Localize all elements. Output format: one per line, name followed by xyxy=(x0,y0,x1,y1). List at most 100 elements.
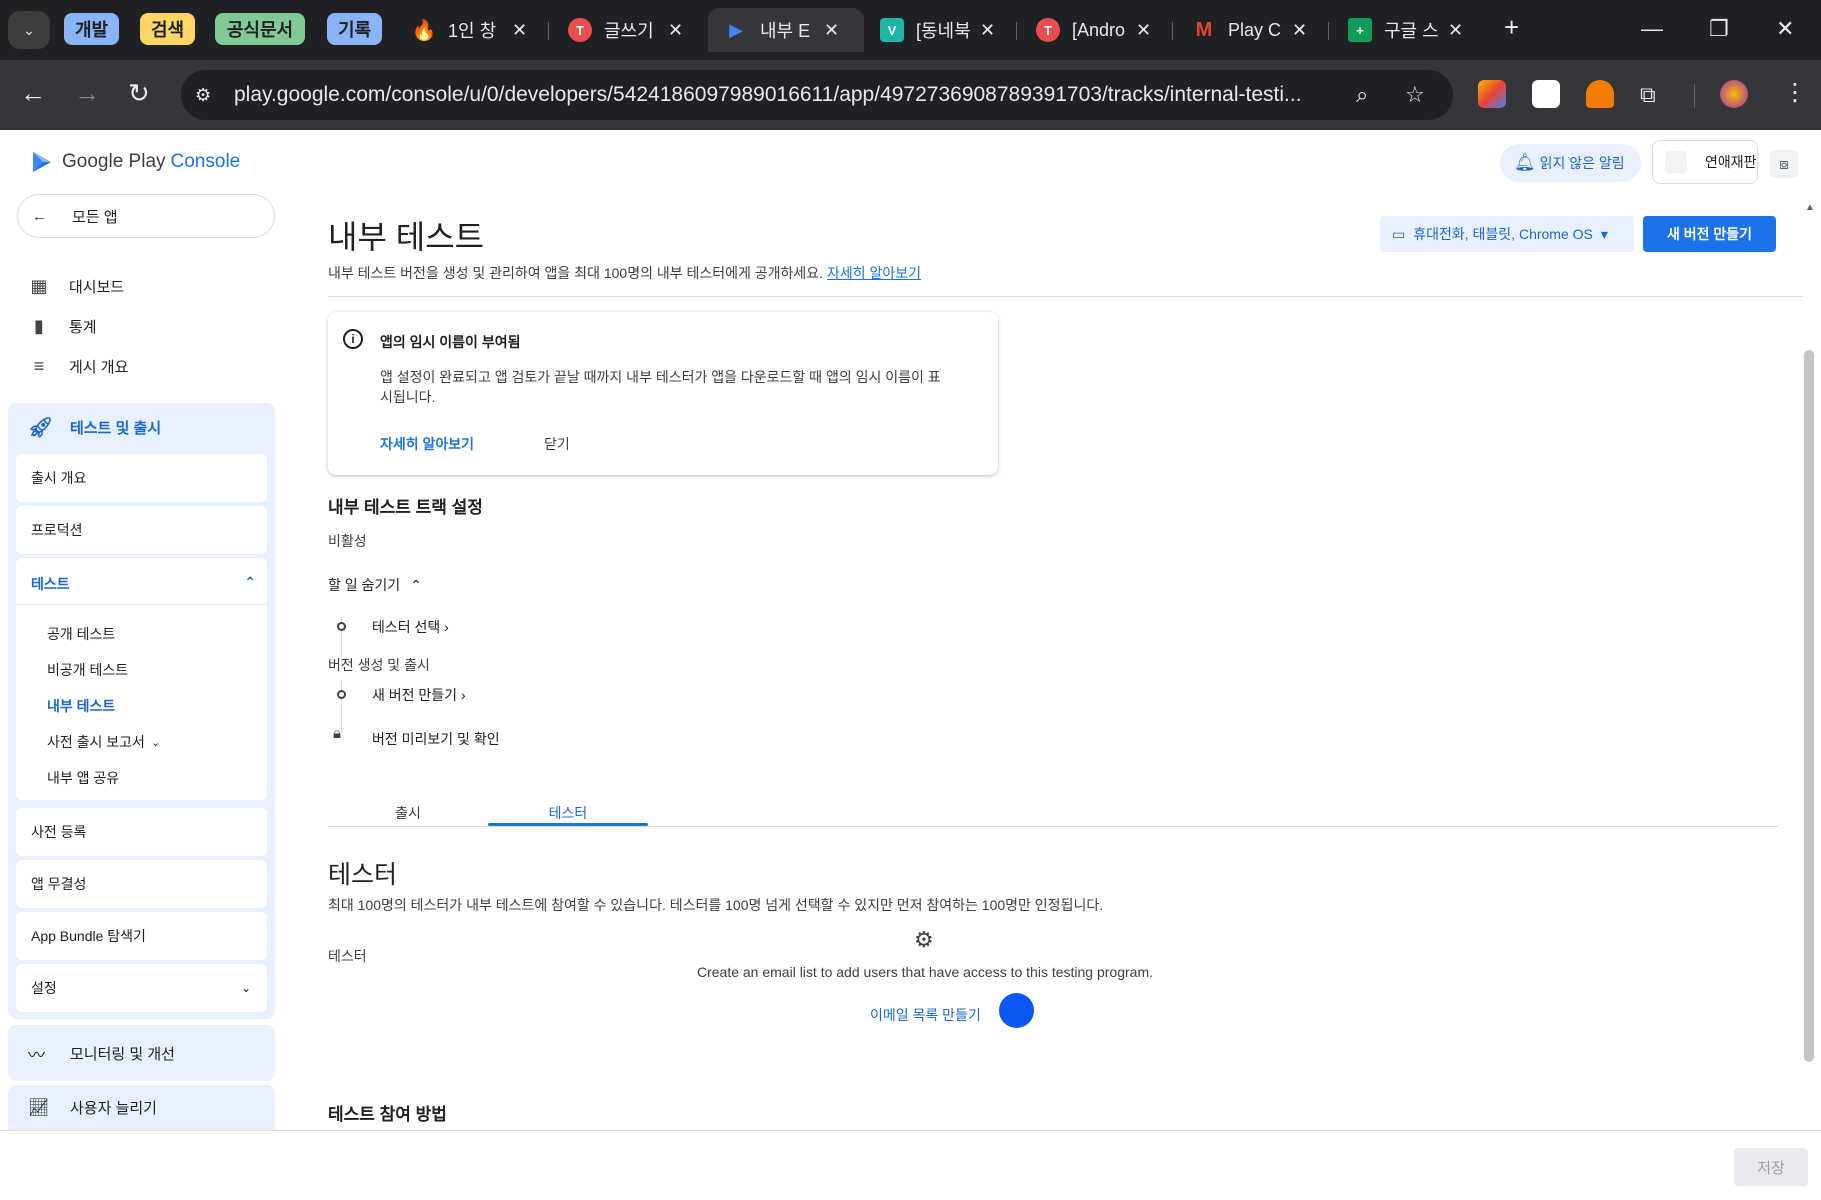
v-icon: V xyxy=(880,18,904,42)
how-to-join-heading: 테스트 참여 방법 xyxy=(328,1105,447,1124)
profile-avatar[interactable] xyxy=(1720,80,1748,108)
tab-group-log[interactable]: 기록 xyxy=(327,13,382,45)
forward-icon[interactable]: → xyxy=(74,78,100,109)
tab-group-search[interactable]: 검색 xyxy=(140,13,195,45)
task-label: 새 버전 만들기 xyxy=(372,687,458,703)
all-apps-button[interactable]: ← 모든 앱 xyxy=(17,194,275,238)
minimize-icon[interactable]: — xyxy=(1641,16,1663,42)
sidebar-item-dashboard[interactable]: ▦ 대시보드 xyxy=(27,274,124,298)
task-circle-icon xyxy=(337,690,346,699)
tab-separator xyxy=(548,22,549,40)
sidebar-item-internal-app-sharing[interactable]: 내부 앱 공유 xyxy=(47,768,119,788)
back-icon[interactable]: ← xyxy=(20,78,46,109)
app-avatar-icon xyxy=(1665,151,1687,173)
browser-tab[interactable]: + 구글 스 ✕ xyxy=(1332,8,1480,52)
restore-icon[interactable]: ❐ xyxy=(1709,16,1729,42)
tab-testers[interactable]: 테스터 xyxy=(488,803,648,823)
close-icon[interactable]: ✕ xyxy=(512,20,527,41)
play-console-logo-icon xyxy=(33,152,51,172)
sidebar-item-open-testing[interactable]: 공개 테스트 xyxy=(47,624,115,644)
bookmark-star-icon[interactable]: ☆ xyxy=(1405,82,1425,108)
extension-play-icon[interactable] xyxy=(1532,80,1560,108)
tab-group-docs[interactable]: 공식문서 xyxy=(215,13,305,45)
browser-tab[interactable]: T [Andro ✕ xyxy=(1020,8,1168,52)
sidebar-item-publishing-overview[interactable]: ≡ 게시 개요 xyxy=(27,354,129,378)
play-console-logo[interactable]: Google Play Console xyxy=(30,150,240,174)
bell-icon: 🔔︎ xyxy=(1514,153,1536,172)
tab-releases[interactable]: 출시 xyxy=(328,803,488,823)
sidebar-item-monitor[interactable]: 〰 모니터링 및 개선 xyxy=(8,1025,275,1081)
sidebar-item-app-integrity[interactable]: 앱 무결성 xyxy=(16,860,267,908)
zoom-icon[interactable]: ⌕ xyxy=(1356,82,1368,108)
extensions-puzzle-icon[interactable]: ⧉ xyxy=(1640,82,1656,108)
cursor-dot xyxy=(999,993,1034,1028)
support-icon[interactable]: ⧇ xyxy=(1770,150,1798,178)
dropdown-arrow-icon: ▾ xyxy=(1600,225,1608,242)
release-nav-group: 🚀︎ 테스트 및 출시 출시 개요 프로덕션 테스트 ⌃ 공개 테스트 비공개 … xyxy=(8,403,275,1019)
all-apps-label: 모든 앱 xyxy=(72,208,118,226)
task-line xyxy=(341,681,342,733)
task-new-release[interactable]: 새 버전 만들기 › xyxy=(372,685,466,705)
sidebar-item-pre-launch-report[interactable]: 사전 출시 보고서 ⌄ xyxy=(47,732,160,752)
notifications-button[interactable]: 🔔︎ 읽지 않은 알림 xyxy=(1500,144,1641,182)
sidebar-item-stats[interactable]: ▮ 통계 xyxy=(27,314,97,338)
logo-text: Google Play xyxy=(62,151,166,172)
sidebar-item-settings[interactable]: 설정 ⌄ xyxy=(16,964,267,1012)
save-button[interactable]: 저장 xyxy=(1734,1148,1808,1186)
sidebar-item-internal-testing[interactable]: 내부 테스트 xyxy=(47,696,115,716)
browser-tab[interactable]: 🔥 1인 창 ✕ xyxy=(396,8,544,52)
vertical-scrollbar[interactable] xyxy=(1804,350,1814,1062)
task-select-testers[interactable]: 테스터 선택 › xyxy=(372,617,449,637)
sidebar-item-test[interactable]: 테스트 ⌃ xyxy=(31,574,256,594)
address-bar[interactable]: ⚙ play.google.com/console/u/0/developers… xyxy=(181,70,1453,120)
create-new-release-button[interactable]: 새 버전 만들기 xyxy=(1643,216,1776,252)
create-email-list-button[interactable]: 이메일 목록 만들기 xyxy=(870,1005,981,1025)
sidebar-item-app-bundle-explorer[interactable]: App Bundle 탐색기 xyxy=(16,912,267,960)
reload-icon[interactable]: ↻ xyxy=(128,78,150,109)
sheets-icon: + xyxy=(1348,18,1372,42)
browser-tab[interactable]: T 글쓰기 ✕ xyxy=(552,8,700,52)
menu-kebab-icon[interactable]: ⋮ xyxy=(1783,78,1807,107)
tab-title: 글쓰기 xyxy=(604,21,654,41)
close-icon[interactable]: ✕ xyxy=(980,20,995,41)
close-icon[interactable]: ✕ xyxy=(1448,20,1463,41)
hide-tasks-toggle[interactable]: 할 일 숨기기 ⌃ xyxy=(328,575,422,595)
sidebar-item-grow-users[interactable]: 📈︎ 사용자 늘리기 xyxy=(8,1085,275,1130)
new-tab-button[interactable]: + xyxy=(1504,12,1519,43)
sidebar-item-label: 사용자 늘리기 xyxy=(70,1100,157,1117)
dashboard-icon: ▦ xyxy=(30,275,48,296)
browser-tab[interactable]: M Play C ✕ xyxy=(1176,8,1324,52)
close-icon[interactable]: ✕ xyxy=(1292,20,1307,41)
close-window-icon[interactable]: ✕ xyxy=(1776,16,1794,42)
notice-learn-more-button[interactable]: 자세히 알아보기 xyxy=(380,434,474,454)
tab-title: [동네북 xyxy=(916,21,970,41)
sidebar-item-closed-testing[interactable]: 비공개 테스트 xyxy=(47,660,128,680)
close-icon[interactable]: ✕ xyxy=(668,20,683,41)
extension-color-icon[interactable] xyxy=(1478,80,1506,108)
sidebar-item-label: App Bundle 탐색기 xyxy=(31,928,146,944)
extension-lighthouse-icon[interactable] xyxy=(1586,80,1614,108)
sidebar-item-label: 출시 개요 xyxy=(31,470,87,486)
close-icon[interactable]: ✕ xyxy=(824,20,839,41)
tab-search-button[interactable]: ⌄ xyxy=(8,11,50,49)
close-icon[interactable]: ✕ xyxy=(1136,20,1151,41)
device-type-selector[interactable]: ▭ 휴대전화, 태블릿, Chrome OS ▾ xyxy=(1380,216,1634,252)
browser-tab[interactable]: V [동네북 ✕ xyxy=(864,8,1012,52)
site-settings-icon[interactable]: ⚙ xyxy=(195,85,211,106)
tab-group-dev[interactable]: 개발 xyxy=(64,13,119,45)
sidebar-item-label: 프로덕션 xyxy=(31,522,83,538)
devices-icon: ▭ xyxy=(1392,225,1406,242)
testers-description: 최대 100명의 테스터가 내부 테스트에 참여할 수 있습니다. 테스터를 1… xyxy=(328,897,1104,913)
page-title: 내부 테스트 xyxy=(328,219,485,255)
sidebar-item-pre-registration[interactable]: 사전 등록 xyxy=(16,808,267,856)
tab-title: 구글 스 xyxy=(1384,21,1438,41)
sidebar-item-test-and-release[interactable]: 🚀︎ 테스트 및 출시 xyxy=(28,415,161,440)
learn-more-link[interactable]: 자세히 알아보기 xyxy=(827,265,921,281)
sidebar-item-release-overview[interactable]: 출시 개요 xyxy=(16,454,267,502)
sidebar-item-production[interactable]: 프로덕션 xyxy=(16,506,267,554)
info-icon: i xyxy=(343,329,363,349)
account-chip[interactable]: 연애재판 xyxy=(1652,140,1758,184)
notice-close-button[interactable]: 닫기 xyxy=(544,434,570,454)
browser-tab-active[interactable]: ▶ 내부 E ✕ xyxy=(708,8,864,52)
scroll-up-arrow-icon[interactable]: ▲ xyxy=(1805,202,1815,213)
